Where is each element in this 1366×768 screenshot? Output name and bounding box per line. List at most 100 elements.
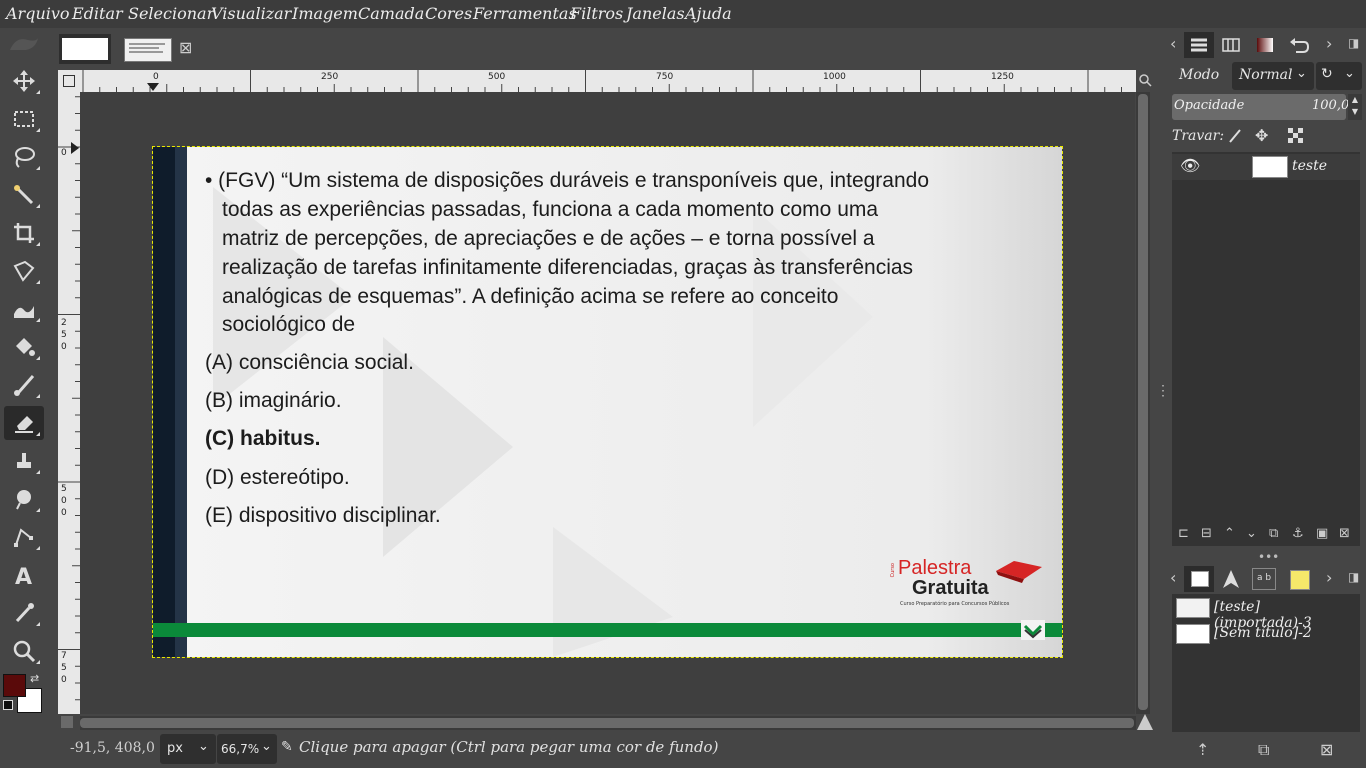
menu-ajuda[interactable]: Ajuda	[685, 4, 732, 23]
menu-imagem[interactable]: Imagem	[292, 4, 358, 23]
menu-camada[interactable]: Camada	[358, 4, 424, 23]
swap-colors-icon[interactable]: ⇄	[30, 672, 39, 685]
menu-cores[interactable]: Cores	[425, 4, 472, 23]
crop-icon[interactable]	[4, 216, 44, 250]
images-tab[interactable]	[1184, 566, 1214, 592]
opacity-spinner[interactable]: ▲ ▼	[1348, 94, 1362, 120]
vertical-scrollbar[interactable]	[1136, 92, 1150, 714]
tabs-left-arrow[interactable]: ‹	[1170, 34, 1176, 53]
menu-editar[interactable]: Editar	[72, 4, 123, 23]
foreground-color-swatch[interactable]	[3, 674, 26, 697]
color-picker-icon[interactable]	[4, 596, 44, 630]
panel-menu-icon[interactable]: ◨	[1348, 36, 1359, 50]
image-tab-blank[interactable]	[59, 34, 111, 64]
bucket-fill-icon[interactable]	[4, 330, 44, 364]
dock-separator-handle[interactable]: •••	[1258, 550, 1279, 564]
v-ruler-label: 0	[61, 148, 67, 158]
menu-arquivo[interactable]: Arquivo	[6, 4, 70, 23]
composite-mode-select[interactable]: ↻ ⌄	[1316, 62, 1362, 90]
image-canvas[interactable]: • (FGV) “Um sistema de disposições duráv…	[152, 146, 1063, 658]
dock-handle[interactable]: ⋮	[1156, 384, 1170, 410]
horizontal-scrollbar[interactable]	[80, 716, 1136, 730]
logo-line2: Gratuita	[912, 577, 989, 599]
v-ruler-label: 0	[61, 342, 67, 352]
lower-layer-icon[interactable]: ⌄	[1246, 526, 1257, 541]
mode-select[interactable]: Normal ⌄	[1232, 62, 1314, 90]
close-tab-icon[interactable]: ⊠	[179, 38, 192, 57]
ruler-corner[interactable]	[58, 70, 80, 92]
v-ruler-label: 5	[61, 484, 67, 494]
unit-select[interactable]: px ⌄	[160, 734, 216, 764]
menu-visualizar[interactable]: Visualizar	[211, 4, 291, 23]
h-ruler-label: 250	[321, 72, 339, 82]
layer-row[interactable]: 👁 teste	[1172, 154, 1360, 180]
status-message: Clique para apagar (Ctrl para pegar uma …	[299, 738, 719, 756]
palettes-tab-icon[interactable]	[1290, 570, 1310, 590]
rect-select-icon[interactable]	[4, 102, 44, 136]
quick-mask-toggle[interactable]	[61, 716, 73, 728]
lock-pixels-icon[interactable]	[1226, 127, 1244, 145]
default-colors-icon[interactable]	[3, 700, 13, 710]
anchor-layer-icon[interactable]: ⚓	[1292, 526, 1304, 541]
lock-label: Travar:	[1172, 128, 1225, 144]
duplicate-layer-icon[interactable]: ⧉	[1269, 526, 1278, 541]
smudge-icon[interactable]	[4, 482, 44, 516]
raise-image-icon[interactable]: ⇡	[1196, 740, 1209, 759]
new-layer-icon[interactable]: ⊟	[1201, 526, 1212, 541]
gradient-icon	[1257, 38, 1273, 52]
delete-layer-icon[interactable]: ⊠	[1339, 526, 1350, 541]
opacity-slider[interactable]: Opacidade 100,0	[1172, 94, 1349, 120]
clone-icon[interactable]	[4, 444, 44, 478]
menu-filtros[interactable]: Filtros	[570, 4, 623, 23]
channels-tab[interactable]	[1218, 32, 1244, 58]
menu-janelas[interactable]: Janelas	[626, 4, 685, 23]
fuzzy-select-icon[interactable]	[4, 178, 44, 212]
lock-position-icon[interactable]: ✥	[1255, 126, 1268, 145]
transform-icon[interactable]	[4, 254, 44, 288]
eraser-icon[interactable]	[4, 406, 44, 440]
green-bar	[153, 623, 1062, 637]
image-list-item[interactable]: [Sem título]-2	[1172, 622, 1360, 646]
zoom-select[interactable]: 66,7% ⌄	[217, 734, 277, 764]
layers-tab[interactable]	[1184, 32, 1214, 58]
new-view-icon[interactable]: ⧉	[1258, 740, 1269, 760]
tabs2-left-arrow[interactable]: ‹	[1170, 568, 1176, 587]
text-tool-icon[interactable]: A	[4, 558, 44, 592]
warp-icon[interactable]	[4, 292, 44, 326]
fonts-tab-icon[interactable]: a b	[1252, 568, 1276, 590]
move-tool-icon[interactable]	[4, 64, 44, 98]
v-ruler-ticks	[58, 96, 80, 701]
image-list-item[interactable]: [teste] (importada)-3	[1172, 596, 1360, 631]
mask-layer-icon[interactable]: ▣	[1316, 526, 1328, 541]
navigate-icon[interactable]	[1137, 714, 1153, 730]
option-b: (B) imaginário.	[205, 389, 342, 412]
undo-history-tab[interactable]	[1286, 32, 1312, 58]
images-list: [teste] (importada)-3 [Sem título]-2	[1172, 594, 1360, 732]
layer-name[interactable]: teste	[1292, 158, 1327, 174]
zoom-on-resize-icon[interactable]	[1138, 72, 1152, 87]
tabs2-right-arrow[interactable]: ›	[1326, 568, 1332, 587]
chevron-down-icon: ⌄	[1296, 66, 1307, 81]
mode-label: Modo	[1179, 67, 1220, 83]
new-layer-group-icon[interactable]: ⊏	[1178, 526, 1189, 541]
palestra-gratuita-logo: Curso Palestra Gratuita Curso Preparatór…	[890, 557, 1050, 613]
lock-alpha-icon[interactable]	[1288, 128, 1304, 144]
eye-icon[interactable]: 👁	[1180, 156, 1200, 175]
paintbrush-icon[interactable]	[4, 368, 44, 402]
layer-thumbnail	[1252, 156, 1288, 178]
chevron-down-icon: ⌄	[198, 739, 209, 754]
pointer-tab[interactable]	[1218, 566, 1244, 592]
tabs-right-arrow[interactable]: ›	[1326, 34, 1332, 53]
svg-text:A: A	[15, 565, 32, 588]
option-e: (E) dispositivo disciplinar.	[205, 504, 441, 527]
delete-image-icon[interactable]: ⊠	[1320, 740, 1333, 759]
zoom-icon[interactable]	[4, 634, 44, 668]
lasso-icon[interactable]	[4, 140, 44, 174]
menu-selecionar[interactable]: Selecionar	[128, 4, 214, 23]
image-tab-teste[interactable]	[123, 34, 172, 64]
raise-layer-icon[interactable]: ⌃	[1224, 526, 1235, 541]
gradient-tab[interactable]	[1252, 32, 1278, 58]
menu-ferramentas[interactable]: Ferramentas	[473, 4, 577, 23]
paths-icon[interactable]	[4, 520, 44, 554]
panel2-menu-icon[interactable]: ◨	[1348, 570, 1359, 584]
